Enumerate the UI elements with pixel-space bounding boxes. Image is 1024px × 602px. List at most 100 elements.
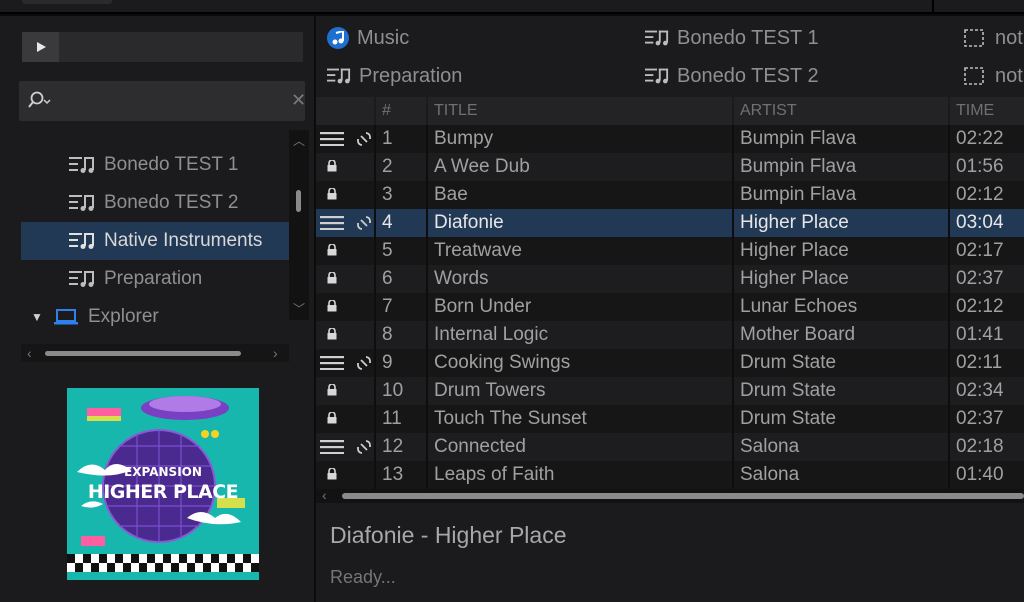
cell-num: 5 — [382, 240, 393, 261]
cell-artist: Higher Place — [740, 268, 849, 289]
header-time[interactable]: TIME — [950, 97, 1024, 125]
table-row[interactable]: 13 Leaps of Faith Salona 01:40 — [316, 461, 1024, 489]
cell-title: Bae — [434, 184, 468, 205]
favorite-bonedo-test-1[interactable]: Bonedo TEST 1 — [645, 19, 819, 57]
cell-time: 01:41 — [956, 324, 1004, 345]
cover-line1: EXPANSION — [124, 465, 202, 479]
cell-num: 4 — [382, 212, 393, 233]
favorite-label: Bonedo TEST 1 — [677, 26, 819, 49]
table-row[interactable]: 3 Bae Bumpin Flava 02:12 — [316, 181, 1024, 209]
scrollbar-thumb[interactable] — [296, 190, 301, 212]
scroll-left-icon[interactable]: ‹ — [322, 487, 327, 503]
preview-player — [22, 32, 303, 62]
cell-title: Touch The Sunset — [434, 408, 587, 429]
lock-icon — [327, 468, 337, 480]
sidebar-item-label: Explorer — [88, 306, 159, 327]
top-divider — [932, 0, 934, 14]
scrollbar-thumb[interactable] — [342, 493, 1024, 499]
sidebar-item-native-instruments[interactable]: Native Instruments — [21, 222, 289, 260]
menu-icon[interactable] — [320, 132, 344, 146]
favorite-label: Bonedo TEST 2 — [677, 64, 819, 87]
play-icon — [36, 42, 46, 52]
sidebar-item-bonedo-test-2[interactable]: Bonedo TEST 2 — [21, 184, 289, 222]
cell-num: 13 — [382, 464, 404, 485]
cell-num: 6 — [382, 268, 393, 289]
search-icon[interactable] — [27, 91, 51, 111]
cell-num: 2 — [382, 156, 393, 177]
cell-time: 02:11 — [956, 352, 1003, 373]
favorite-empty-slot[interactable]: not — [963, 57, 1023, 95]
now-playing-title: Diafonie - Higher Place — [330, 522, 567, 548]
cell-num: 8 — [382, 324, 393, 345]
cell-title: Connected — [434, 436, 526, 457]
playlist-icon — [645, 30, 669, 46]
sidebar-vertical-scrollbar[interactable]: ︿ ﹀ — [289, 130, 309, 320]
favorite-bonedo-test-2[interactable]: Bonedo TEST 2 — [645, 57, 819, 95]
menu-icon[interactable] — [320, 216, 344, 230]
header-icons-column — [316, 97, 374, 125]
cell-num: 10 — [382, 380, 404, 401]
lock-icon — [327, 328, 337, 340]
table-row[interactable]: 10 Drum Towers Drum State 02:34 — [316, 377, 1024, 405]
search-field[interactable]: ✕ — [19, 81, 306, 121]
lock-icon — [327, 272, 337, 284]
sidebar-item-preparation[interactable]: Preparation — [21, 260, 289, 298]
link-icon — [357, 216, 371, 230]
favorite-label: not — [995, 64, 1023, 87]
table-row[interactable]: 4 Diafonie Higher Place 03:04 — [316, 209, 1024, 237]
music-icon — [327, 27, 349, 49]
favorite-music[interactable]: Music — [327, 19, 409, 57]
expand-arrow-icon[interactable]: ▼ — [31, 310, 45, 324]
cell-artist: Salona — [740, 436, 800, 457]
favorite-empty-slot[interactable]: not — [963, 19, 1023, 57]
table-row[interactable]: 8 Internal Logic Mother Board 01:41 — [316, 321, 1024, 349]
cover-art: EXPANSION HIGHER PLACE — [67, 388, 259, 580]
playlist-icon — [327, 68, 351, 84]
table-row[interactable]: 1 Bumpy Bumpin Flava 02:22 — [316, 125, 1024, 153]
table-horizontal-scrollbar[interactable]: ‹ — [316, 487, 1024, 503]
menu-icon[interactable] — [320, 356, 344, 370]
lock-icon — [327, 160, 337, 172]
favorite-label: not — [995, 26, 1023, 49]
table-row[interactable]: 6 Words Higher Place 02:37 — [316, 265, 1024, 293]
sidebar-item-label: Native Instruments — [104, 230, 263, 251]
header-num[interactable]: # — [376, 97, 426, 125]
link-icon — [357, 440, 371, 454]
scroll-down-icon[interactable]: ﹀ — [293, 300, 305, 317]
sidebar-item-label: Bonedo TEST 1 — [104, 154, 239, 175]
cell-num: 9 — [382, 352, 393, 373]
menu-icon[interactable] — [320, 440, 344, 454]
header-artist[interactable]: ARTIST — [734, 97, 948, 125]
top-tab[interactable] — [22, 0, 112, 4]
cell-time: 02:12 — [956, 296, 1004, 317]
table-row[interactable]: 2 A Wee Dub Bumpin Flava 01:56 — [316, 153, 1024, 181]
cell-title: Bumpy — [434, 128, 494, 149]
favorite-preparation[interactable]: Preparation — [327, 57, 462, 95]
lock-icon — [327, 384, 337, 396]
cell-artist: Bumpin Flava — [740, 184, 857, 205]
cell-artist: Salona — [740, 464, 800, 485]
sidebar-item-explorer[interactable]: ▼ Explorer — [21, 298, 289, 336]
table-row[interactable]: 7 Born Under Lunar Echoes 02:12 — [316, 293, 1024, 321]
table-row[interactable]: 9 Cooking Swings Drum State 02:11 — [316, 349, 1024, 377]
cell-title: Treatwave — [434, 240, 522, 261]
table-row[interactable]: 5 Treatwave Higher Place 02:17 — [316, 237, 1024, 265]
cell-time: 02:12 — [956, 184, 1004, 205]
scroll-right-icon[interactable]: › — [273, 344, 278, 362]
sidebar-item-bonedo-test-1[interactable]: Bonedo TEST 1 — [21, 146, 289, 184]
scroll-left-icon[interactable]: ‹ — [27, 344, 32, 362]
cell-artist: Higher Place — [740, 240, 849, 261]
cell-artist: Drum State — [740, 380, 837, 401]
favorite-label: Preparation — [359, 64, 463, 87]
cell-title: Words — [434, 268, 489, 289]
table-row[interactable]: 11 Touch The Sunset Drum State 02:37 — [316, 405, 1024, 433]
table-row[interactable]: 12 Connected Salona 02:18 — [316, 433, 1024, 461]
clear-search-icon[interactable]: ✕ — [291, 91, 306, 109]
play-button[interactable] — [22, 32, 59, 62]
cell-num: 7 — [382, 296, 393, 317]
sidebar-horizontal-scrollbar[interactable]: ‹ › — [21, 344, 289, 362]
cell-artist: Drum State — [740, 408, 837, 429]
scrollbar-thumb[interactable] — [45, 351, 241, 356]
scroll-up-icon[interactable]: ︿ — [293, 132, 305, 149]
header-title[interactable]: TITLE — [428, 97, 732, 125]
